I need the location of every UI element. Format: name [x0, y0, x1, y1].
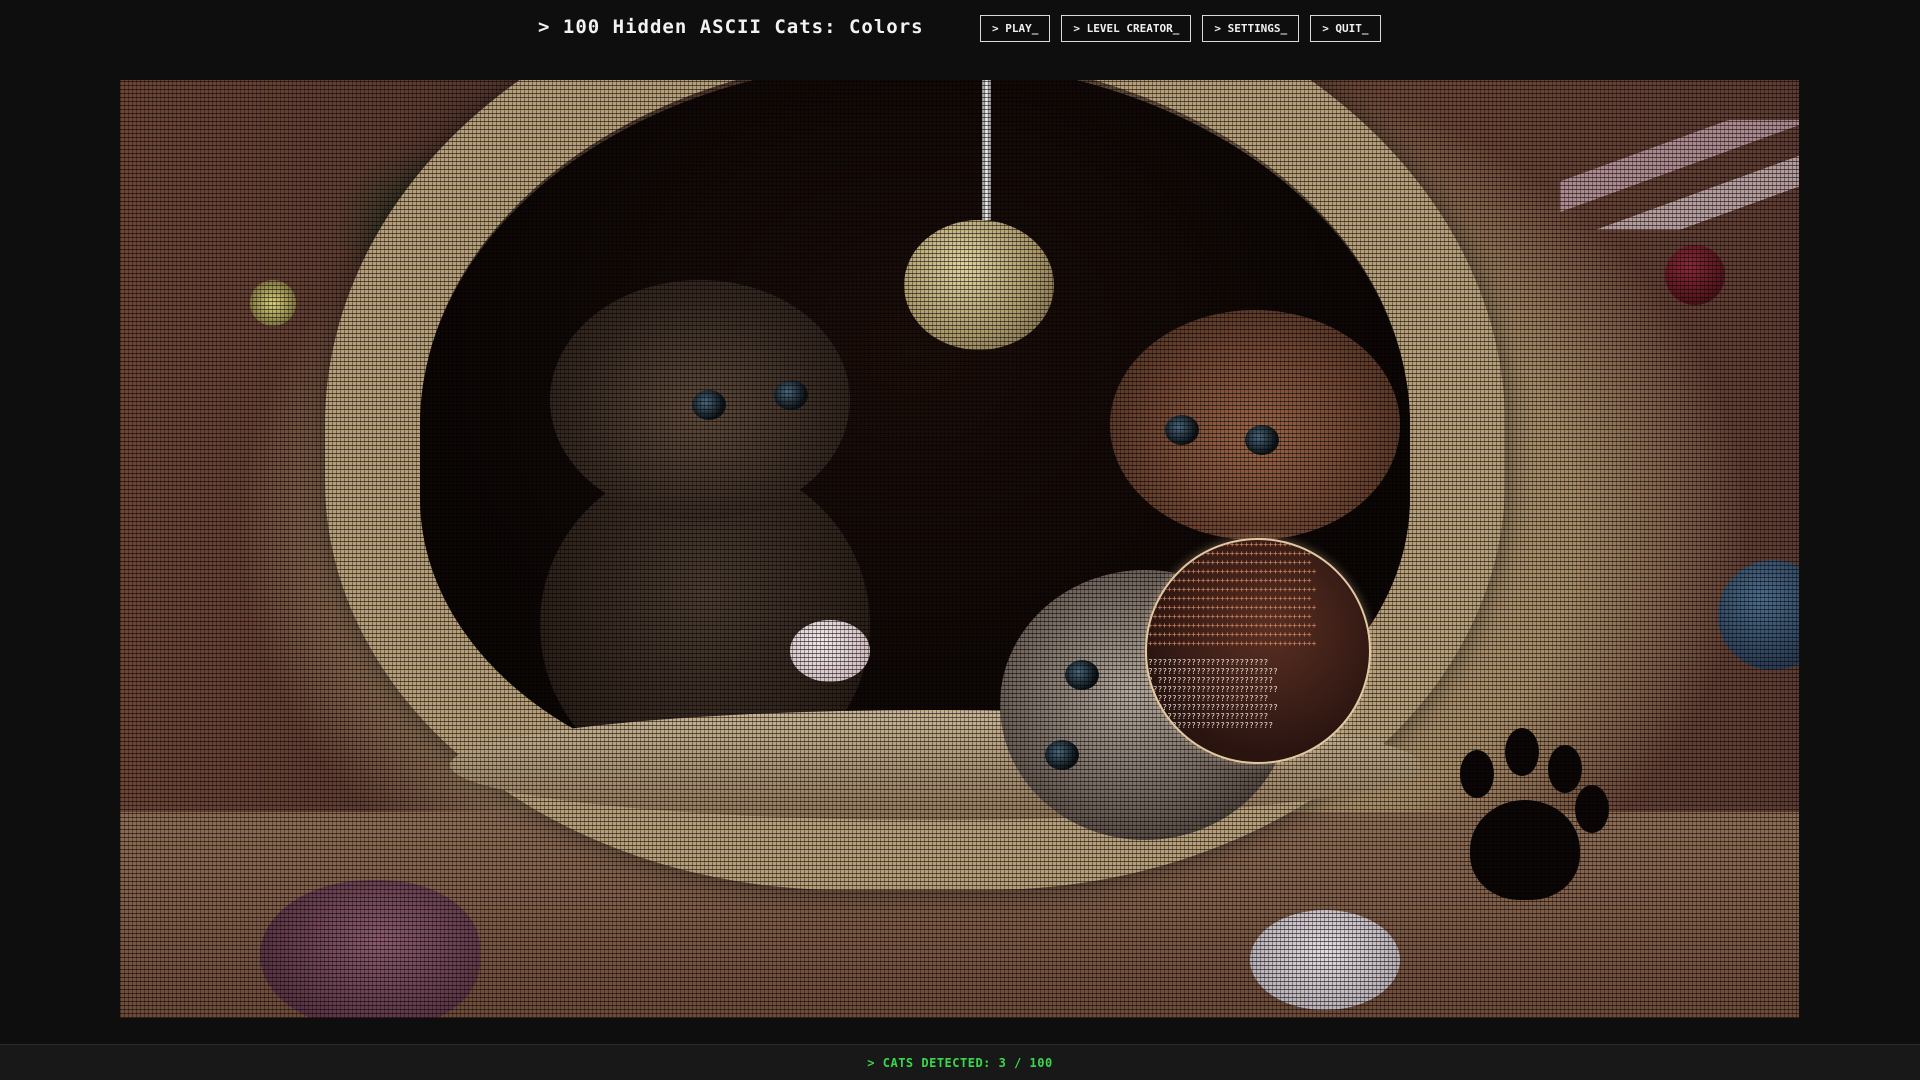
bunting-decoration [1560, 120, 1799, 230]
quit-button[interactable]: > QUIT_ [1310, 15, 1381, 42]
toy-string [982, 80, 991, 220]
magnifier-lens[interactable]: +++++++++++++++++++++++++++++++++++ ++++… [1145, 538, 1371, 764]
paw-print-toe [1575, 785, 1609, 833]
ginger-kitten-eye [1165, 415, 1199, 445]
white-kitten-eye [1065, 660, 1099, 690]
magnified-ascii-glyphs-light: ?????????????????????????? ?????????????… [1145, 658, 1278, 730]
yarn-ball-toy [1718, 560, 1799, 670]
play-button[interactable]: > PLAY_ [980, 15, 1051, 42]
main-menu: > PLAY_ > LEVEL CREATOR_ > SETTINGS_ > Q… [980, 15, 1381, 42]
ascii-scene-canvas[interactable]: +++++++++++++++++++++++++++++++++++ ++++… [120, 80, 1799, 1018]
ginger-kitten-eye [1245, 425, 1279, 455]
kitten-paw [790, 620, 870, 682]
status-bar: > CATS DETECTED: 3 / 100 [0, 1044, 1920, 1080]
cats-detected-counter: > CATS DETECTED: 3 / 100 [867, 1055, 1053, 1070]
paw-print-toe [1548, 745, 1582, 793]
paw-print-toe [1505, 728, 1539, 776]
paw-print-toe [1460, 750, 1494, 798]
toy-paw-cushion [1250, 910, 1400, 1010]
red-ball-toy [1665, 245, 1725, 305]
paw-print-icon [1470, 800, 1580, 900]
toy-mouse [260, 880, 480, 1018]
hanging-toy-ball [904, 220, 1054, 350]
white-kitten-eye [1045, 740, 1079, 770]
tabby-kitten-eye [692, 390, 726, 420]
level-creator-button[interactable]: > LEVEL CREATOR_ [1061, 15, 1192, 42]
top-bar: > 100 Hidden ASCII Cats: Colors > PLAY_ … [0, 0, 1920, 64]
settings-button[interactable]: > SETTINGS_ [1202, 15, 1300, 42]
lamp-decoration [250, 280, 296, 326]
tabby-kitten-eye [774, 380, 808, 410]
game-title: > 100 Hidden ASCII Cats: Colors [538, 16, 924, 38]
